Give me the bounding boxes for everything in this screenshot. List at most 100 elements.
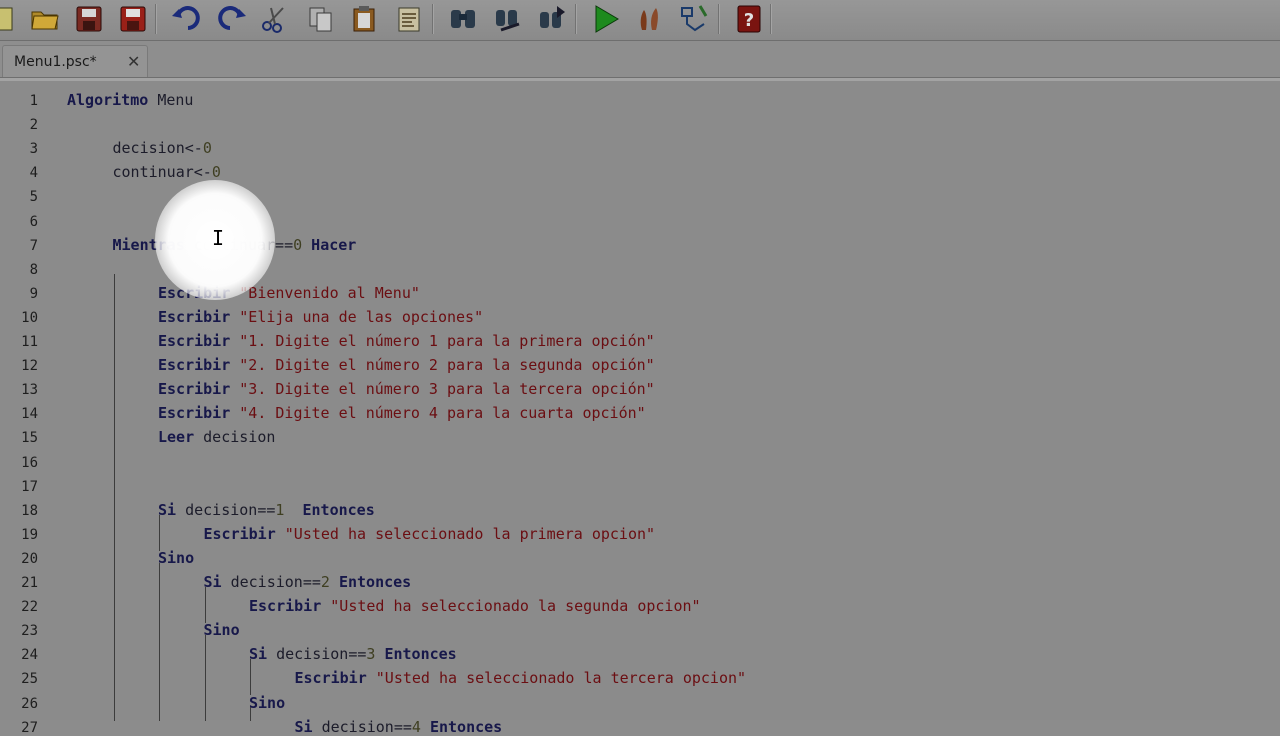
line-number: 17: [21, 478, 38, 495]
line-number: 7: [29, 237, 38, 254]
code-line: Si decision==2 Entonces: [204, 573, 412, 591]
identifier-token: decision: [203, 428, 276, 447]
code-line: Si decision==4 Entonces: [295, 718, 503, 736]
string-token: "4. Digite el número 4 para la cuarta op…: [239, 404, 646, 423]
cut-icon[interactable]: [257, 2, 291, 36]
redo-icon[interactable]: [214, 2, 248, 36]
line-number: 6: [29, 213, 38, 230]
code-line: Escribir "Usted ha seleccionado la segun…: [249, 597, 701, 615]
tab-menu1[interactable]: Menu1.psc* ✕: [2, 45, 148, 79]
code-line: continuar<-0: [113, 163, 221, 181]
keyword-token: Escribir: [203, 524, 285, 543]
block-guide-line: [159, 515, 160, 551]
line-number: 26: [21, 695, 38, 712]
keyword-token: Si: [158, 500, 186, 519]
code-line: Si decision==1 Entonces: [158, 501, 375, 519]
line-number: 20: [21, 550, 38, 567]
save-icon[interactable]: [72, 2, 106, 36]
line-number: 15: [21, 430, 38, 447]
keyword-token: Escribir: [158, 356, 240, 375]
line-number: 11: [21, 334, 38, 350]
block-guide-line: [205, 635, 206, 721]
code-line: Escribir "Bienvenido al Menu": [158, 284, 420, 302]
block-guide-line: [205, 587, 206, 623]
close-icon[interactable]: ✕: [127, 52, 140, 71]
undo-icon[interactable]: [170, 2, 204, 36]
step-by-step-icon[interactable]: [634, 2, 668, 36]
line-number: 2: [29, 117, 38, 134]
replace-icon[interactable]: [491, 2, 525, 36]
keyword-token: Hacer: [302, 235, 357, 254]
code-line: Escribir "3. Digite el número 3 para la …: [158, 380, 655, 398]
identifier-token: decision==: [276, 645, 367, 664]
code-line: Mientras continuar==0 Hacer: [113, 236, 357, 254]
svg-text:?: ?: [744, 10, 754, 31]
paste-icon[interactable]: [347, 2, 381, 36]
number-token: 0: [202, 139, 212, 158]
keyword-token: Si: [249, 645, 277, 664]
run-icon[interactable]: [589, 2, 623, 36]
keyword-token: Escribir: [158, 380, 240, 399]
copy-icon[interactable]: [304, 2, 338, 36]
keyword-token: Algoritmo: [67, 91, 158, 109]
block-guide-line: [250, 707, 251, 721]
code-line: Sino: [204, 621, 240, 639]
indent-icon[interactable]: [392, 2, 426, 36]
line-number: 14: [21, 406, 38, 423]
code-line: Escribir "1. Digite el número 1 para la …: [158, 332, 655, 350]
code-line: Algoritmo Menu: [67, 91, 193, 109]
tab-bar: Menu1.psc* ✕: [0, 41, 1280, 79]
string-token: "Elija una de las opciones": [239, 307, 484, 326]
block-guide-line: [159, 563, 160, 721]
toolbar-separator: [432, 4, 434, 34]
identifier-token: Menu: [157, 91, 194, 109]
code-line: Escribir "2. Digite el número 2 para la …: [158, 356, 655, 374]
number-token: 0: [211, 163, 221, 182]
toolbar-separator: [718, 4, 720, 34]
new-file-icon[interactable]: [0, 2, 20, 36]
find-icon[interactable]: [446, 2, 480, 36]
number-token: 4: [411, 717, 421, 736]
line-number: 19: [21, 526, 38, 543]
text-cursor-icon: I: [212, 226, 225, 250]
code-line: Sino: [249, 694, 285, 712]
code-line: Leer decision: [158, 428, 275, 446]
help-icon[interactable]: ?: [732, 2, 766, 36]
save-as-icon[interactable]: [116, 2, 150, 36]
string-token: "1. Digite el número 1 para la primera o…: [239, 332, 655, 350]
keyword-token: Entonces: [375, 645, 457, 664]
line-number: 16: [21, 454, 38, 471]
keyword-token: Entonces: [420, 717, 503, 736]
line-number: 23: [21, 623, 38, 640]
identifier-token: decision==: [185, 500, 276, 519]
keyword-token: Entonces: [284, 500, 375, 519]
code-line: Escribir "Usted ha seleccionado la prime…: [204, 525, 656, 543]
line-number: 25: [21, 671, 38, 688]
string-token: "Usted ha seleccionado la tercera opcion…: [375, 669, 747, 688]
block-guide-line: [250, 659, 251, 695]
main-toolbar: ?: [0, 0, 1280, 41]
identifier-token: continuar<-: [112, 163, 212, 182]
code-line: Escribir "Elija una de las opciones": [158, 308, 483, 326]
keyword-token: Sino: [249, 693, 286, 712]
line-number: 27: [21, 719, 38, 736]
keyword-token: Escribir: [158, 283, 240, 302]
toolbar-separator: [155, 4, 157, 34]
line-number: 10: [21, 309, 38, 326]
toolbar-separator: [770, 4, 772, 34]
identifier-token: decision==: [230, 573, 321, 591]
keyword-token: Escribir: [158, 404, 240, 423]
line-number: 18: [21, 502, 38, 519]
line-number: 4: [29, 165, 38, 182]
open-folder-icon[interactable]: [28, 2, 62, 36]
find-next-icon[interactable]: [535, 2, 569, 36]
draw-diagram-icon[interactable]: [678, 2, 712, 36]
string-token: "2. Digite el número 2 para la segunda o…: [239, 356, 655, 375]
line-number: 9: [29, 285, 38, 302]
keyword-token: Entonces: [329, 573, 412, 591]
toolbar-separator: [575, 4, 577, 34]
code-line: Sino: [158, 549, 194, 567]
code-editor[interactable]: 1 Algoritmo Menu 2 3 decision<-0 4 continuar<-…: [0, 81, 1280, 736]
line-number: 5: [29, 189, 38, 206]
line-number: 13: [21, 382, 38, 399]
